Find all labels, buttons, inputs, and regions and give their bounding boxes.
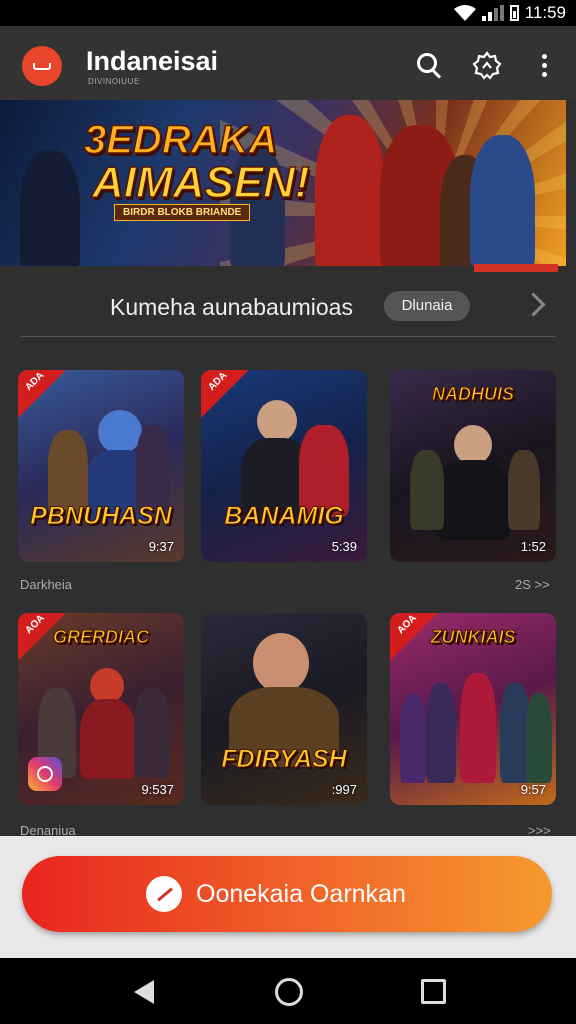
banner-character	[470, 135, 535, 266]
wifi-icon	[453, 5, 476, 21]
game-card[interactable]: FDIRYASH :997	[201, 613, 367, 805]
card-badge: ADA	[18, 370, 66, 418]
game-card[interactable]: NADHUIS 1:52	[390, 370, 556, 562]
card-title: GRERDIAC	[52, 627, 149, 648]
banner-title-line1: 3EDRAKA	[83, 117, 278, 163]
card-character	[400, 693, 426, 783]
cta-label: Oonekaia Oarnkan	[196, 880, 406, 908]
game-card[interactable]: ADA BANAMIG 5:39	[201, 370, 367, 562]
settings-icon[interactable]	[472, 51, 502, 81]
recent-apps-icon[interactable]	[421, 979, 446, 1004]
card-character	[98, 410, 142, 454]
app-logo-icon[interactable]	[22, 46, 62, 86]
row-more-link[interactable]: 2S >>	[515, 577, 550, 592]
primary-cta-button[interactable]: Oonekaia Oarnkan	[22, 856, 552, 932]
status-time: 11:59	[524, 3, 566, 22]
card-duration: :997	[331, 782, 357, 797]
back-icon[interactable]	[134, 980, 154, 1004]
card-character	[526, 693, 552, 783]
banner-character	[315, 115, 385, 266]
game-card[interactable]: AOA ZUNKIAIS 9:57	[390, 613, 556, 805]
card-character	[80, 699, 136, 779]
card-title: PBNUHASN	[30, 502, 173, 531]
status-bar: 11:59	[0, 0, 576, 26]
card-duration: 5:39	[331, 539, 357, 554]
card-duration: 9:537	[141, 782, 174, 797]
game-card[interactable]: AOA GRERDIAC 9:537	[18, 613, 184, 805]
card-duration: 9:37	[148, 539, 174, 554]
app-subtitle: DIVINOIUUE	[88, 77, 140, 86]
card-character	[257, 400, 297, 442]
featured-button[interactable]: Dlunaia	[384, 291, 470, 321]
pencil-icon	[146, 876, 182, 912]
battery-icon	[509, 5, 519, 21]
app-bar: Indaneisai DIVINOIUUE	[0, 26, 576, 100]
card-duration: 1:52	[520, 539, 546, 554]
divider	[20, 336, 556, 337]
card-character	[436, 460, 510, 540]
card-title: FDIRYASH	[221, 745, 347, 774]
banner-title-line2: AIMASEN!	[91, 157, 310, 208]
featured-title: Kumeha aunabaumioas	[110, 294, 353, 320]
home-icon[interactable]	[275, 978, 303, 1006]
card-character	[410, 450, 444, 530]
card-character	[134, 688, 170, 778]
card-title: ZUNKIAIS	[430, 627, 516, 648]
banner-indicator	[474, 264, 558, 272]
card-character	[426, 683, 456, 783]
featured-section: Kumeha aunabaumioas Dlunaia	[20, 280, 558, 336]
chevron-right-icon[interactable]	[521, 292, 546, 317]
card-duration: 9:57	[520, 782, 546, 797]
more-options-icon[interactable]	[532, 51, 556, 81]
app-title: Indaneisai	[86, 46, 219, 76]
signal-icon	[481, 5, 504, 21]
card-badge: ADA	[201, 370, 249, 418]
card-character	[460, 673, 496, 783]
card-badge	[201, 613, 249, 661]
banner-tagline: BIRDR BLOKB BRIANDE	[114, 204, 251, 221]
instagram-icon[interactable]	[28, 757, 62, 791]
card-title: NADHUIS	[431, 384, 514, 405]
status-icons: 11:59	[453, 3, 566, 23]
card-title: BANAMIG	[224, 502, 344, 531]
card-character	[508, 450, 540, 530]
navigation-bar	[0, 958, 576, 1024]
row-label: Darkheia	[20, 577, 73, 592]
card-character	[454, 425, 492, 465]
search-icon[interactable]	[414, 51, 444, 81]
banner-character	[20, 150, 80, 266]
card-character	[253, 633, 309, 693]
game-card[interactable]: ADA PBNUHASN 9:37	[18, 370, 184, 562]
